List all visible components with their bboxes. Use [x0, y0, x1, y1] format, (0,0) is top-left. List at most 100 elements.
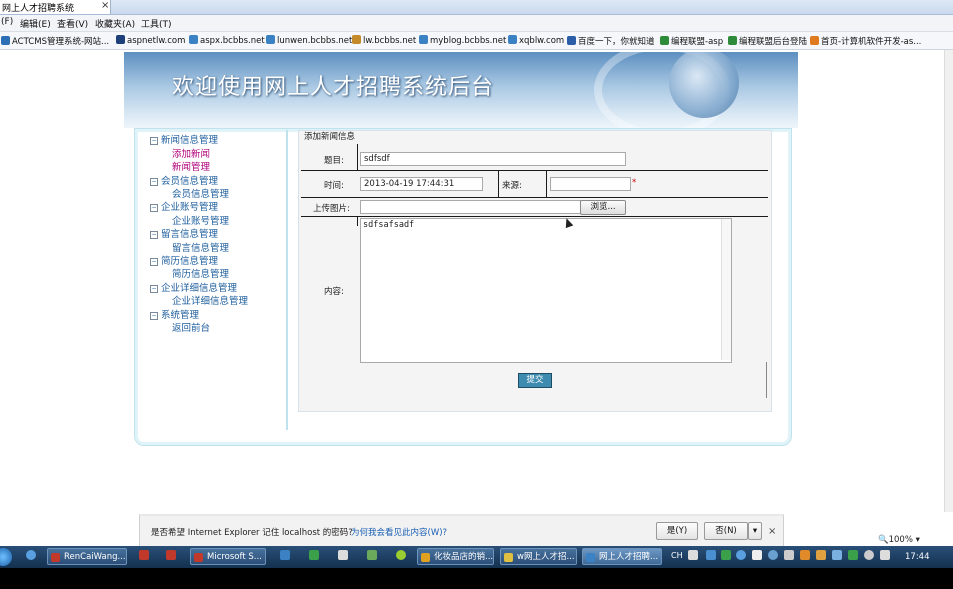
favorite-link[interactable]: 首页-计算机软件开发-as... [810, 35, 921, 47]
nav-group-system[interactable]: − 系统管理 [150, 307, 199, 321]
tray-icon[interactable] [784, 550, 794, 560]
nav-group-company-accounts[interactable]: − 企业账号管理 [150, 199, 218, 213]
zoom-control[interactable]: 🔍100% ▾ [878, 535, 920, 545]
favorite-link[interactable]: 百度一下，你就知道 [567, 35, 655, 47]
taskbar-app[interactable]: RenCaiWang... [47, 548, 127, 565]
menu-view[interactable]: 查看(V) [57, 17, 88, 30]
content-textarea[interactable] [360, 218, 732, 363]
textarea-scrollbar[interactable] [721, 219, 731, 360]
nav-item-add-news[interactable]: 添加新闻 [172, 146, 210, 160]
taskbar-app[interactable]: w网上人才招... [500, 548, 577, 565]
browse-button[interactable]: 浏览... [580, 200, 626, 215]
form-title: 添加新闻信息 [304, 132, 356, 142]
tray-icon[interactable] [688, 550, 698, 560]
tray-icon[interactable] [800, 550, 810, 560]
tab-title: 网上人才招聘系统 [2, 4, 75, 14]
nav-item-company-details[interactable]: 企业详细信息管理 [172, 293, 248, 307]
taskbar-clock[interactable]: 17:44 [905, 552, 930, 562]
magnifier-icon: 🔍 [878, 535, 889, 545]
page-icon [660, 36, 669, 45]
time-input[interactable]: 2013-04-19 17:44:31 [360, 177, 483, 191]
favorite-link[interactable]: aspnetlw.com [116, 35, 185, 47]
tab-close-icon[interactable]: × [101, 0, 109, 11]
subject-label: 题目: [324, 156, 344, 166]
tray-icon[interactable] [721, 550, 731, 560]
nav-group-members[interactable]: − 会员信息管理 [150, 173, 218, 187]
no-options-dropdown[interactable]: ▾ [748, 522, 762, 540]
nav-item-messages[interactable]: 留言信息管理 [172, 240, 229, 254]
taskbar-app[interactable]: Microsoft S... [190, 548, 266, 565]
collapse-icon[interactable]: − [150, 137, 158, 145]
favorite-link[interactable]: ACTCMS管理系统-网站... [1, 35, 109, 47]
folder-icon [421, 553, 430, 562]
favorite-link[interactable]: 编程联盟-asp [660, 35, 723, 47]
nav-group-messages[interactable]: − 留言信息管理 [150, 226, 218, 240]
taskbar-app[interactable]: 化妆品店的销... [417, 548, 494, 565]
tray-icon[interactable] [706, 550, 716, 560]
ie-page-icon [508, 35, 517, 44]
app-icon[interactable] [166, 550, 176, 560]
favorite-link[interactable]: lw.bcbbs.net [352, 35, 416, 47]
app-icon[interactable] [139, 550, 149, 560]
app-icon[interactable] [338, 550, 348, 560]
input-language-indicator[interactable]: CH [671, 551, 683, 560]
network-icon[interactable] [880, 550, 890, 560]
required-mark: * [632, 178, 637, 188]
source-input[interactable] [550, 177, 631, 191]
nav-item-resumes[interactable]: 简历信息管理 [172, 266, 229, 280]
browser-tab[interactable]: 网上人才招聘系统 × [0, 0, 111, 14]
nav-group-company-details[interactable]: − 企业详细信息管理 [150, 280, 237, 294]
tray-icon[interactable] [768, 550, 778, 560]
submit-button[interactable]: 提交 [518, 373, 552, 388]
title-bar [0, 0, 953, 15]
taskbar-app-active[interactable]: 网上人才招聘... [582, 548, 662, 565]
volume-icon[interactable] [864, 550, 874, 560]
collapse-icon[interactable]: − [150, 178, 158, 186]
notification-close-icon[interactable]: × [768, 526, 776, 537]
tray-icon[interactable] [752, 550, 762, 560]
page-icon [1, 36, 10, 45]
bottom-strip [0, 568, 953, 589]
collapse-icon[interactable]: − [150, 312, 158, 320]
app-icon[interactable] [396, 550, 406, 560]
favorite-link[interactable]: aspx.bcbbs.net [189, 35, 265, 47]
notification-help-link[interactable]: 为何我会看见此内容(W)? [351, 526, 447, 538]
zoom-dropdown-icon[interactable]: ▾ [916, 535, 920, 545]
tray-icon[interactable] [816, 550, 826, 560]
app-icon[interactable] [367, 550, 377, 560]
menu-favorites[interactable]: 收藏夹(A) [95, 17, 135, 30]
tray-icon[interactable] [832, 550, 842, 560]
nav-item-news-manage[interactable]: 新闻管理 [172, 159, 210, 173]
time-label: 时间: [324, 181, 344, 191]
favorite-link[interactable]: myblog.bcbbs.net [419, 35, 506, 47]
ie-page-icon [189, 35, 198, 44]
ie-icon[interactable] [280, 550, 290, 560]
nav-group-resumes[interactable]: − 简历信息管理 [150, 253, 218, 267]
page-scrollbar[interactable] [944, 50, 953, 512]
menu-tools[interactable]: 工具(T) [141, 17, 172, 30]
no-button[interactable]: 否(N) [704, 522, 748, 540]
favorite-link[interactable]: 编程联盟后台登陆 [728, 35, 807, 47]
menu-edit[interactable]: 编辑(E) [20, 17, 51, 30]
app-icon[interactable] [309, 550, 319, 560]
favorite-link[interactable]: lunwen.bcbbs.net [266, 35, 352, 47]
search-icon[interactable] [26, 550, 36, 560]
tray-icon[interactable] [848, 550, 858, 560]
app-icon [194, 553, 203, 562]
nav-item-company-accounts[interactable]: 企业账号管理 [172, 213, 229, 227]
nav-group-news[interactable]: − 新闻信息管理 [150, 132, 218, 146]
tray-icon[interactable] [736, 550, 746, 560]
subject-input[interactable]: sdfsdf [360, 152, 626, 166]
upload-path-input[interactable] [360, 200, 581, 214]
yes-button[interactable]: 是(Y) [656, 522, 698, 540]
collapse-icon[interactable]: − [150, 285, 158, 293]
favorite-link[interactable]: xqblw.com [508, 35, 564, 47]
nav-item-return-frontend[interactable]: 返回前台 [172, 320, 210, 334]
page-icon [810, 36, 819, 45]
menu-file[interactable]: (F) [1, 17, 13, 27]
collapse-icon[interactable]: − [150, 231, 158, 239]
collapse-icon[interactable]: − [150, 258, 158, 266]
notification-text: 是否希望 Internet Explorer 记住 localhost 的密码? [151, 528, 353, 538]
nav-item-members[interactable]: 会员信息管理 [172, 186, 229, 200]
collapse-icon[interactable]: − [150, 204, 158, 212]
